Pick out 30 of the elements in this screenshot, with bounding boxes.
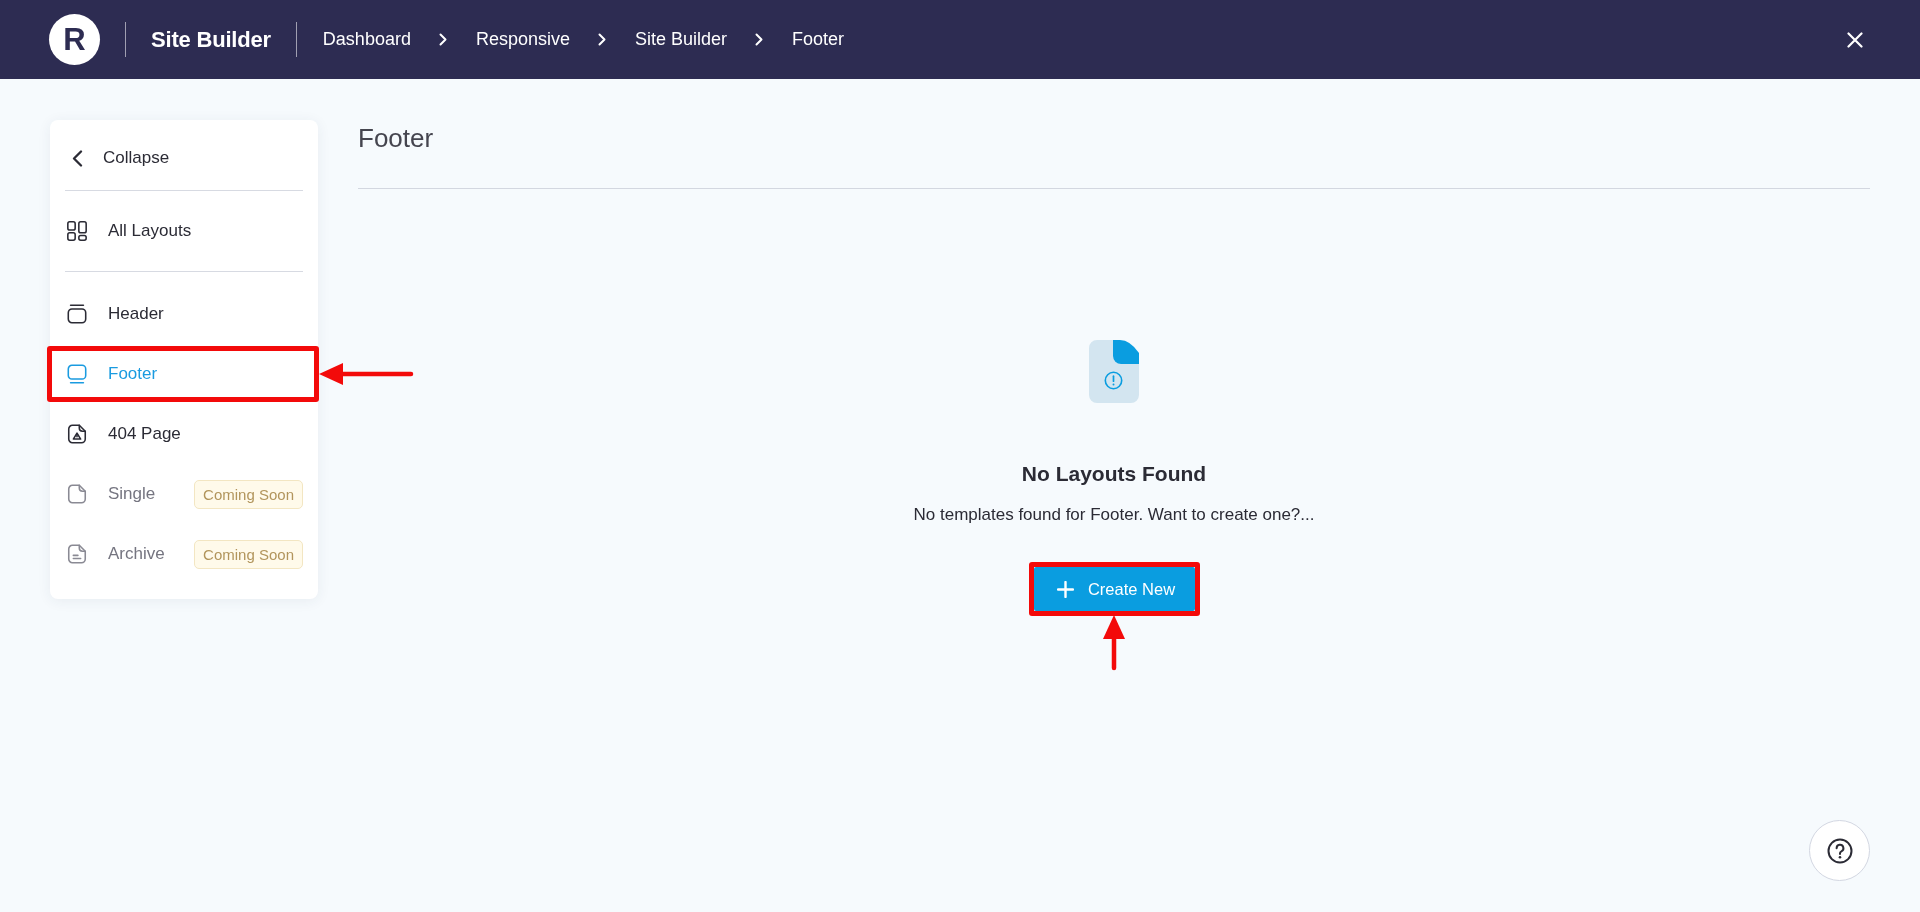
sidebar-item[interactable]: All Layouts (50, 201, 318, 261)
document-icon (66, 483, 88, 505)
header-layout-icon (66, 303, 88, 325)
empty-state-title: No Layouts Found (1021, 461, 1207, 487)
app-title: Site Builder (151, 26, 271, 53)
chevron-right-icon (438, 33, 447, 46)
chevron-right-icon (598, 33, 606, 46)
close-icon[interactable] (1847, 31, 1863, 48)
sidebar-item[interactable]: 404 Page (50, 404, 318, 464)
breadcrumb-link[interactable]: Responsive (475, 29, 570, 50)
logo: R (49, 14, 100, 65)
grid-icon (66, 220, 88, 242)
status-badge: Coming Soon (194, 539, 303, 569)
collapse-button[interactable]: Collapse (50, 130, 318, 186)
annotation-arrow (1102, 615, 1126, 671)
empty-state-message: No templates found for Footer. Want to create one?... (913, 504, 1315, 526)
sidebar-item[interactable]: Header (50, 284, 318, 344)
status-badge: Coming Soon (194, 479, 303, 509)
chevron-right-icon (755, 33, 764, 46)
text-document-icon (66, 543, 88, 565)
breadcrumb-link[interactable]: Dashboard (322, 29, 411, 50)
breadcrumb-link[interactable]: Site Builder (635, 29, 728, 50)
document-alert-icon (1089, 340, 1139, 403)
warning-document-icon (66, 423, 88, 445)
footer-layout-icon (66, 363, 88, 385)
help-icon (1826, 837, 1853, 864)
breadcrumb-link[interactable]: Footer (792, 29, 845, 50)
chevron-left-icon (72, 149, 83, 167)
plus-icon (1056, 580, 1074, 598)
page-title: Footer (358, 122, 435, 154)
